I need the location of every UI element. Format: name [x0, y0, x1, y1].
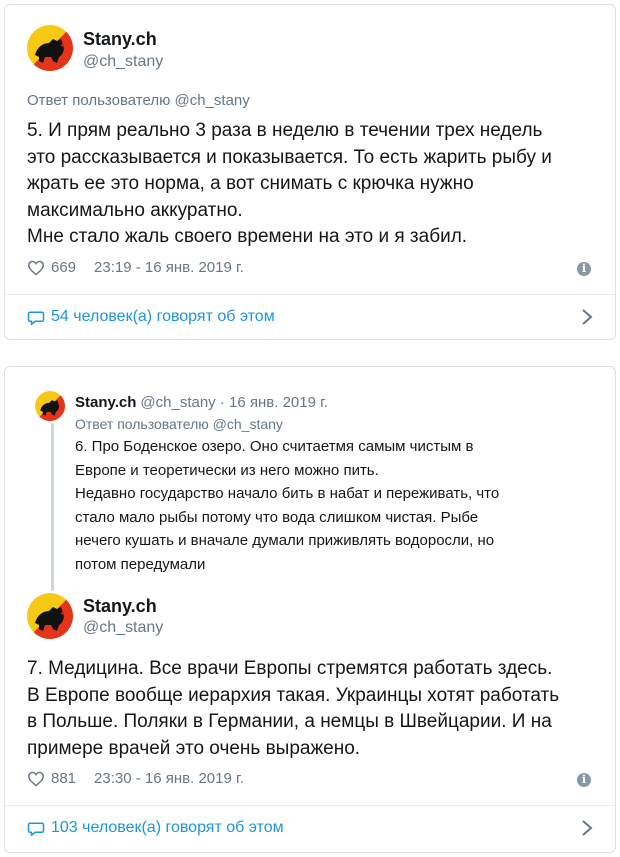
tweet-card-1: Stany.ch @ch_stany Ответ пользователю @c… [4, 4, 616, 340]
parent-reply-to-line: Ответ пользователю @ch_stany [75, 416, 283, 432]
divider [5, 294, 615, 295]
chevron-right-icon[interactable] [581, 308, 593, 326]
tweet-text: 5. И прям реально 3 раза в неделю в тече… [27, 120, 552, 247]
parent-tweet-text: 6. Про Боденское озеро. Оно считаетмя са… [75, 438, 500, 573]
separator: · [215, 394, 230, 411]
tweet-card-2: Stany.ch @ch_stany · 16 янв. 2019 г. Отве… [4, 366, 616, 853]
like-count: 669 [51, 259, 77, 276]
bern-bear-avatar-icon[interactable] [27, 25, 73, 71]
heart-icon[interactable] [27, 771, 45, 787]
reply-prefix: Ответ пользователю [75, 416, 213, 432]
info-icon[interactable]: i [577, 262, 591, 276]
tweet-timestamp[interactable]: 23:30 - 16 янв. 2019 г. [94, 770, 244, 787]
author-name[interactable]: Stany.ch [83, 29, 157, 50]
reply-bubble-icon [27, 822, 45, 836]
bern-bear-avatar-icon[interactable] [35, 391, 65, 421]
tweet-text: 7. Медицина. Все врачи Европы стремятся … [27, 658, 560, 759]
tweet-timestamp[interactable]: 23:19 - 16 янв. 2019 г. [94, 259, 244, 276]
tweet-meta: 881 23:30 - 16 янв. 2019 г. [27, 770, 244, 787]
reply-bubble-icon [27, 311, 45, 325]
parent-author-name[interactable]: Stany.ch [75, 394, 136, 411]
parent-date[interactable]: 16 янв. 2019 г. [229, 394, 328, 411]
bern-bear-avatar-icon[interactable] [27, 593, 73, 639]
divider [5, 805, 615, 806]
conversation-count: 103 человек(а) говорят об этом [51, 819, 284, 836]
parent-tweet-header: Stany.ch @ch_stany · 16 янв. 2019 г. [75, 394, 328, 411]
thread-connector [51, 423, 54, 591]
author-handle[interactable]: @ch_stany [83, 619, 163, 637]
heart-icon[interactable] [27, 260, 45, 276]
info-icon[interactable]: i [577, 773, 591, 787]
tweet-meta: 669 23:19 - 16 янв. 2019 г. [27, 259, 244, 276]
chevron-right-icon[interactable] [581, 819, 593, 837]
conversation-link[interactable]: 103 человек(а) говорят об этом [27, 819, 284, 837]
reply-mention-link[interactable]: @ch_stany [175, 92, 250, 109]
author-name[interactable]: Stany.ch [83, 596, 157, 617]
conversation-count: 54 человек(а) говорят об этом [51, 308, 275, 325]
like-count: 881 [51, 770, 77, 787]
conversation-link[interactable]: 54 человек(а) говорят об этом [27, 308, 275, 326]
author-handle[interactable]: @ch_stany [83, 53, 163, 71]
parent-author-handle[interactable]: @ch_stany [140, 394, 215, 411]
reply-prefix: Ответ пользователю [27, 92, 175, 109]
reply-to-line: Ответ пользователю @ch_stany [27, 92, 250, 109]
reply-mention-link[interactable]: @ch_stany [213, 416, 283, 432]
